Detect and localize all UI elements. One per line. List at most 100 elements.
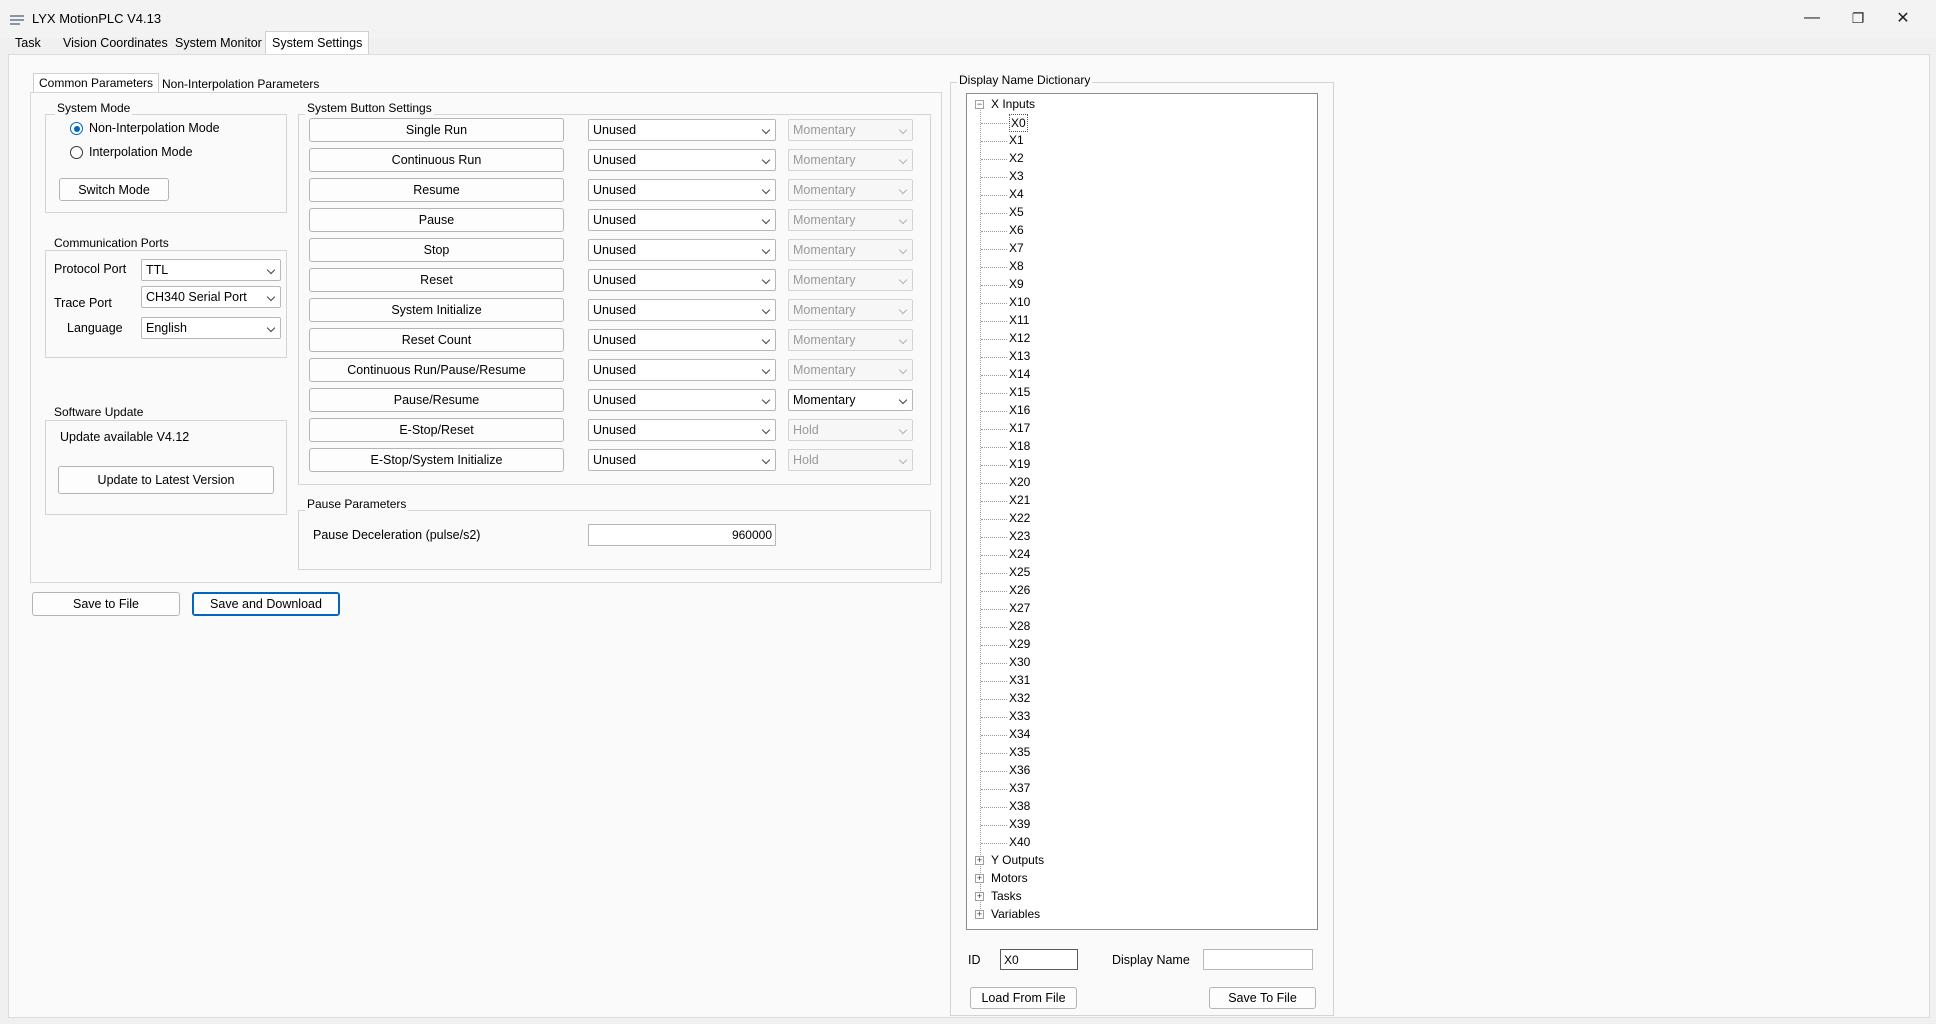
tree-node-x-item[interactable]: X31 (1009, 672, 1030, 690)
tree-node-collapsed[interactable]: Y Outputs (991, 852, 1044, 870)
expand-toggle-icon[interactable]: + (975, 874, 984, 883)
tree-node-x-item[interactable]: X37 (1009, 780, 1030, 798)
tree-node-x-item[interactable]: X0 (1009, 114, 1028, 132)
button-assign-select[interactable]: Unused (588, 119, 776, 141)
system-mode-label: System Mode (55, 101, 133, 115)
system-button-name[interactable]: Reset (309, 268, 564, 292)
tree-node-x-item[interactable]: X24 (1009, 546, 1030, 564)
expand-toggle-icon[interactable]: + (975, 892, 984, 901)
expand-toggle-icon[interactable]: + (975, 856, 984, 865)
tree-node-x-item[interactable]: X19 (1009, 456, 1030, 474)
system-button-name[interactable]: Continuous Run/Pause/Resume (309, 358, 564, 382)
display-name-input[interactable] (1203, 949, 1313, 970)
interpolation-radio[interactable] (70, 146, 83, 159)
button-assign-select[interactable]: Unused (588, 329, 776, 351)
system-button-name[interactable]: Pause (309, 208, 564, 232)
tree-node-x-item[interactable]: X8 (1009, 258, 1024, 276)
tree-node-x-item[interactable]: X34 (1009, 726, 1030, 744)
tree-node-x-item[interactable]: X16 (1009, 402, 1030, 420)
tree-node-x-item[interactable]: X4 (1009, 186, 1024, 204)
tree-node-x-item[interactable]: X21 (1009, 492, 1030, 510)
tree-node-x-item[interactable]: X3 (1009, 168, 1024, 186)
id-input[interactable]: X0 (1000, 949, 1078, 970)
protocol-port-select[interactable]: TTL (141, 259, 281, 281)
tree-node-x-item[interactable]: X13 (1009, 348, 1030, 366)
tree-node-x-item[interactable]: X15 (1009, 384, 1030, 402)
non-interpolation-radio[interactable] (70, 122, 83, 135)
tab-vision-coordinates[interactable]: Vision Coordinates (57, 33, 174, 54)
chevron-down-icon (266, 323, 276, 333)
update-latest-button[interactable]: Update to Latest Version (58, 466, 274, 494)
tab-system-settings[interactable]: System Settings (265, 31, 370, 55)
save-to-file-button[interactable]: Save to File (32, 592, 180, 616)
display-name-dictionary-label: Display Name Dictionary (957, 73, 1093, 87)
tree-node-x-item[interactable]: X12 (1009, 330, 1030, 348)
system-button-name[interactable]: System Initialize (309, 298, 564, 322)
tree-node-x-item[interactable]: X17 (1009, 420, 1030, 438)
tree-node-collapsed[interactable]: Tasks (991, 888, 1022, 906)
load-from-file-button[interactable]: Load From File (970, 987, 1077, 1009)
tree-node-x-inputs[interactable]: X Inputs (991, 96, 1035, 114)
button-assign-select[interactable]: Unused (588, 419, 776, 441)
tab-common-parameters[interactable]: Common Parameters (33, 73, 160, 93)
trace-port-select[interactable]: CH340 Serial Port (141, 286, 281, 308)
save-to-file-dictionary-button[interactable]: Save To File (1209, 987, 1316, 1009)
system-button-name[interactable]: Reset Count (309, 328, 564, 352)
button-mode-select[interactable]: Momentary (788, 389, 913, 411)
button-assign-select[interactable]: Unused (588, 209, 776, 231)
collapse-toggle-icon[interactable]: − (975, 100, 984, 109)
tree-node-x-item[interactable]: X11 (1009, 312, 1029, 330)
tree-node-x-item[interactable]: X26 (1009, 582, 1030, 600)
tree-node-x-item[interactable]: X30 (1009, 654, 1030, 672)
chevron-down-icon (898, 335, 908, 345)
tree-node-x-item[interactable]: X7 (1009, 240, 1024, 258)
tree-node-x-item[interactable]: X5 (1009, 204, 1024, 222)
tab-task[interactable]: Task (9, 33, 47, 54)
tree-node-x-item[interactable]: X32 (1009, 690, 1030, 708)
tree-node-x-item[interactable]: X29 (1009, 636, 1030, 654)
tree-node-x-item[interactable]: X35 (1009, 744, 1030, 762)
tree-node-x-item[interactable]: X6 (1009, 222, 1024, 240)
switch-mode-button[interactable]: Switch Mode (59, 178, 169, 201)
language-select[interactable]: English (141, 317, 281, 339)
button-assign-select[interactable]: Unused (588, 389, 776, 411)
system-button-name[interactable]: E-Stop/System Initialize (309, 448, 564, 472)
tree-node-x-item[interactable]: X14 (1009, 366, 1030, 384)
system-button-name[interactable]: Single Run (309, 118, 564, 142)
tree-node-x-item[interactable]: X27 (1009, 600, 1030, 618)
tree-node-x-item[interactable]: X28 (1009, 618, 1030, 636)
tree-node-collapsed[interactable]: Motors (991, 870, 1028, 888)
pause-deceleration-input[interactable]: 960000 (588, 524, 776, 546)
system-button-name[interactable]: Continuous Run (309, 148, 564, 172)
button-assign-select[interactable]: Unused (588, 239, 776, 261)
button-assign-select[interactable]: Unused (588, 179, 776, 201)
system-button-name[interactable]: Stop (309, 238, 564, 262)
dictionary-tree[interactable]: − X Inputs X0 X1 X2 X3 X4 X5 X6 X7 X8 X9 X10 X11 X12 X1… (966, 93, 1318, 930)
tree-node-x-item[interactable]: X40 (1009, 834, 1030, 852)
system-button-name[interactable]: E-Stop/Reset (309, 418, 564, 442)
tree-node-collapsed[interactable]: Variables (991, 906, 1040, 924)
button-assign-select[interactable]: Unused (588, 149, 776, 171)
tree-node-x-item[interactable]: X20 (1009, 474, 1030, 492)
expand-toggle-icon[interactable]: + (975, 910, 984, 919)
tree-node-x-item[interactable]: X39 (1009, 816, 1030, 834)
system-button-name[interactable]: Resume (309, 178, 564, 202)
button-assign-select[interactable]: Unused (588, 359, 776, 381)
tree-node-x-item[interactable]: X22 (1009, 510, 1030, 528)
button-assign-select[interactable]: Unused (588, 269, 776, 291)
tree-node-x-item[interactable]: X1 (1009, 132, 1024, 150)
tree-node-x-item[interactable]: X10 (1009, 294, 1030, 312)
tab-system-monitor[interactable]: System Monitor (169, 33, 268, 54)
tree-node-x-item[interactable]: X25 (1009, 564, 1030, 582)
tree-node-x-item[interactable]: X33 (1009, 708, 1030, 726)
system-button-name[interactable]: Pause/Resume (309, 388, 564, 412)
tree-node-x-item[interactable]: X36 (1009, 762, 1030, 780)
tree-node-x-item[interactable]: X38 (1009, 798, 1030, 816)
button-assign-select[interactable]: Unused (588, 449, 776, 471)
button-assign-select[interactable]: Unused (588, 299, 776, 321)
tree-node-x-item[interactable]: X2 (1009, 150, 1024, 168)
save-and-download-button[interactable]: Save and Download (192, 592, 340, 616)
tree-node-x-item[interactable]: X18 (1009, 438, 1030, 456)
tree-node-x-item[interactable]: X23 (1009, 528, 1030, 546)
tree-node-x-item[interactable]: X9 (1009, 276, 1024, 294)
